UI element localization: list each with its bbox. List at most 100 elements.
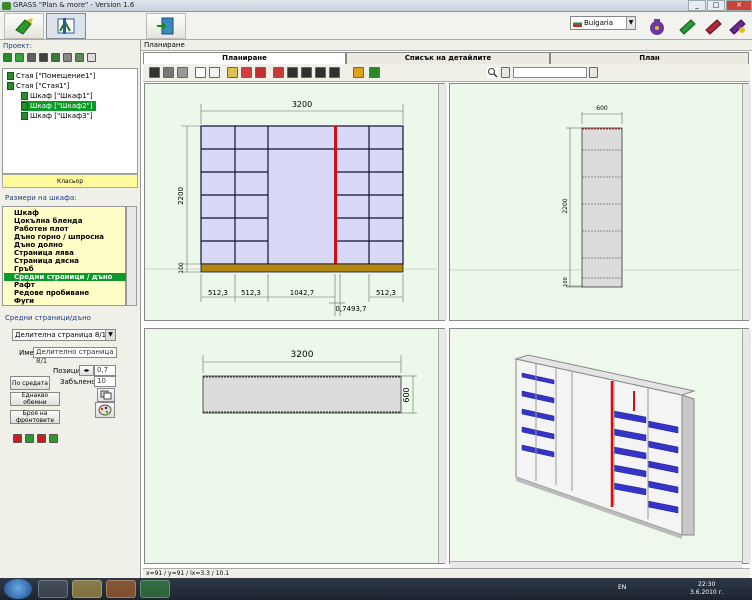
list-item[interactable]: Фуги xyxy=(14,297,126,305)
klasior-button[interactable]: Класьор xyxy=(2,174,138,188)
list-item[interactable]: Работен плот xyxy=(14,225,126,233)
selected-divider[interactable] xyxy=(334,126,337,264)
zoom-window-icon[interactable] xyxy=(241,67,252,78)
start-button[interactable] xyxy=(4,579,32,599)
top-view-drawing: 3200 600 xyxy=(202,350,417,414)
list-item[interactable]: Рафт xyxy=(14,281,126,289)
divider-type-select[interactable]: Делителна страница 8/1 ▼ xyxy=(12,329,116,341)
tab-planning[interactable]: Планиране xyxy=(143,52,346,64)
help-button[interactable] xyxy=(724,13,750,39)
dims-scrollbar[interactable] xyxy=(126,206,137,306)
tab-plan[interactable]: План xyxy=(550,52,749,64)
search-icon[interactable] xyxy=(487,67,498,78)
folder-icon[interactable] xyxy=(353,67,364,78)
3d-view-scrollbar[interactable] xyxy=(742,329,751,563)
catalog-red-button[interactable] xyxy=(700,13,726,39)
zoom-right-icon[interactable] xyxy=(589,67,598,78)
side-view-scrollbar[interactable] xyxy=(742,84,751,320)
grass-taskbar-icon[interactable] xyxy=(140,580,170,598)
tree-item-cabinet-1[interactable]: Шкаф ["Шкаф1"] xyxy=(21,91,93,101)
hand-icon[interactable] xyxy=(209,67,220,78)
exit-button[interactable] xyxy=(146,13,186,39)
red-divider-icon[interactable] xyxy=(13,434,22,443)
top-view-pane[interactable]: 3200 600 xyxy=(144,328,445,564)
undo-icon[interactable] xyxy=(87,53,96,62)
bulgaria-flag-icon xyxy=(573,19,582,27)
print-icon[interactable] xyxy=(163,67,174,78)
media-taskbar-icon[interactable] xyxy=(106,580,136,598)
list-item[interactable]: Редове пробиване xyxy=(14,289,126,297)
zoom-left-icon[interactable] xyxy=(501,67,510,78)
list-item[interactable]: Страница лява xyxy=(14,249,126,257)
save-icon[interactable] xyxy=(149,67,160,78)
view-top-icon[interactable] xyxy=(287,67,298,78)
green-book-icon xyxy=(679,19,696,35)
list-item-selected[interactable]: Средни страници / дъно xyxy=(4,273,126,281)
thickness-field[interactable]: 10 xyxy=(94,376,116,387)
center-button[interactable]: По средата xyxy=(10,376,50,390)
tree-item-room[interactable]: Стая ["Помещение1"] xyxy=(7,71,96,81)
settings-icon[interactable] xyxy=(369,67,380,78)
project-toolbar xyxy=(3,53,96,62)
3d-view-pane[interactable] xyxy=(449,328,749,564)
tree-item-cabinet-3[interactable]: Шкаф ["Шкаф3"] xyxy=(21,111,93,121)
green-divider-icon[interactable] xyxy=(25,434,34,443)
catalog-green-button[interactable] xyxy=(674,13,700,39)
list-item[interactable]: Страница дясна xyxy=(14,257,126,265)
front-view-scrollbar[interactable] xyxy=(438,84,447,320)
minimize-button[interactable]: _ xyxy=(688,0,706,11)
tree-item-room-2[interactable]: Стая ["Стая1"] xyxy=(7,81,70,91)
tree-item-cabinet-2[interactable]: Шкаф ["Шкаф2"] xyxy=(21,101,96,111)
view-side-icon[interactable] xyxy=(301,67,312,78)
chevron-down-icon: ▼ xyxy=(626,17,635,29)
preview-icon[interactable] xyxy=(177,67,188,78)
properties-icon[interactable] xyxy=(75,53,84,62)
view-3d-icon[interactable] xyxy=(273,67,284,78)
list-item[interactable]: Дъно долно xyxy=(14,241,126,249)
paint-button[interactable] xyxy=(95,402,115,418)
add-icon[interactable] xyxy=(3,53,12,62)
save-icon[interactable] xyxy=(39,53,48,62)
copy-dims-button[interactable] xyxy=(97,388,115,402)
height-dim-label: 2200 xyxy=(177,187,185,205)
language-indicator[interactable]: EN xyxy=(618,584,626,591)
top-view-scrollbar[interactable] xyxy=(438,329,447,563)
red-shelf-icon[interactable] xyxy=(37,434,46,443)
stepper-button[interactable]: ◂▸ xyxy=(79,365,94,376)
view-all-icon[interactable] xyxy=(315,67,326,78)
position-field[interactable]: 0,7 xyxy=(94,365,116,376)
tab-parts-list[interactable]: Списък на детайлите xyxy=(346,52,550,64)
delete-icon[interactable] xyxy=(63,53,72,62)
zoom-fit-icon[interactable] xyxy=(227,67,238,78)
front-view-pane[interactable]: 3200 2200 100 512,3 512,3 1042,7 512,3 0… xyxy=(144,83,445,321)
explorer-taskbar-icon[interactable] xyxy=(72,580,102,598)
height-dim-label: 2200 xyxy=(562,198,569,213)
green-shelf-icon[interactable] xyxy=(49,434,58,443)
even-spacing-button[interactable]: Еднакво обемни xyxy=(10,392,60,406)
close-button[interactable]: ✕ xyxy=(726,0,752,11)
view-front-icon[interactable] xyxy=(255,67,266,78)
list-item[interactable]: Шкаф xyxy=(14,209,126,217)
dimensions-list: Шкаф Цокълна бленда Работен плот Дъно го… xyxy=(2,206,126,306)
zoom-field[interactable] xyxy=(513,67,587,78)
maximize-button[interactable]: □ xyxy=(707,0,725,11)
list-item[interactable]: Гръб xyxy=(14,265,126,273)
print-icon[interactable] xyxy=(27,53,36,62)
list-item[interactable]: Цокълна бленда xyxy=(14,217,126,225)
view-single-icon[interactable] xyxy=(329,67,340,78)
side-view-pane[interactable]: 600 2200 100 xyxy=(449,83,749,321)
language-select[interactable]: Bulgaria ▼ xyxy=(570,16,636,30)
copy-icon[interactable] xyxy=(15,53,24,62)
clock-time[interactable]: 22:30 xyxy=(698,581,715,588)
planning-button[interactable] xyxy=(46,13,86,39)
pointer-icon[interactable] xyxy=(195,67,206,78)
money-bag-button[interactable] xyxy=(644,13,670,39)
list-item[interactable]: Дъно горно / шпросна xyxy=(14,233,126,241)
ie-taskbar-icon[interactable] xyxy=(38,580,68,598)
edit-icon[interactable] xyxy=(51,53,60,62)
clock-date[interactable]: 3.6.2010 г. xyxy=(690,589,724,596)
front-count-button[interactable]: Броя на фронтовете xyxy=(10,410,60,424)
name-field[interactable]: Делително страница 8/1 xyxy=(33,347,117,365)
cabinet-icon xyxy=(21,102,28,110)
new-project-button[interactable] xyxy=(4,13,44,39)
